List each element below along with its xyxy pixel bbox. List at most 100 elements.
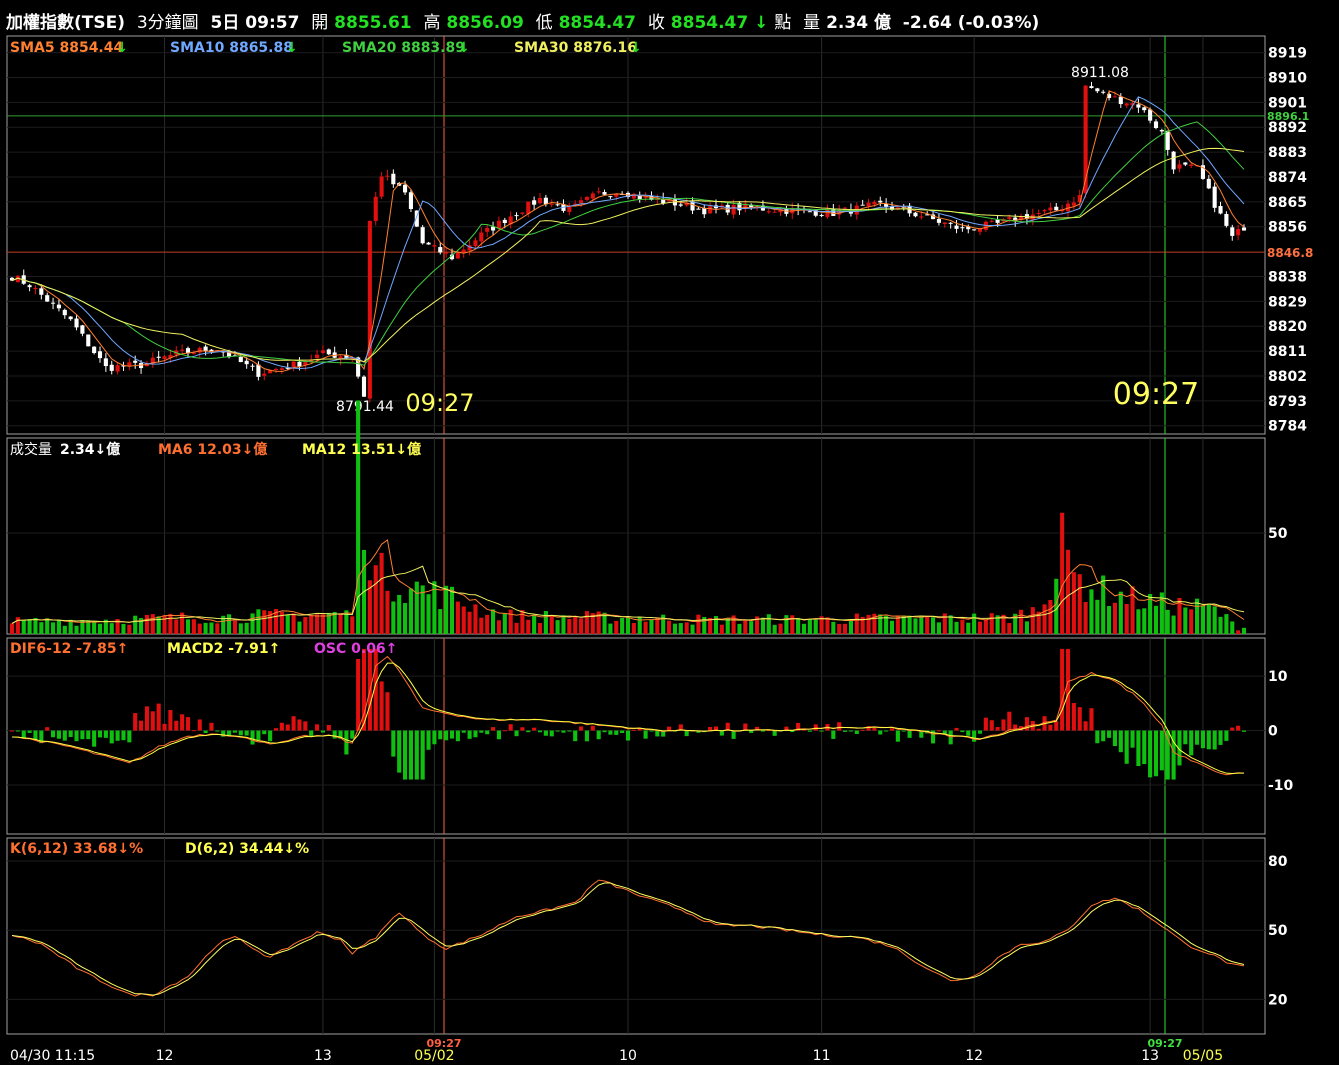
candle-body <box>708 206 713 214</box>
candle-body <box>45 295 50 302</box>
volume-bar <box>573 616 578 634</box>
osc-bar <box>68 730 73 738</box>
osc-bar <box>749 730 754 733</box>
osc-bar <box>74 730 79 742</box>
volume-bar <box>1200 605 1205 634</box>
volume-bar <box>661 614 666 634</box>
volume-bar <box>555 620 560 634</box>
osc-bar <box>1060 648 1065 731</box>
candle-body <box>819 215 824 217</box>
osc-bar <box>602 730 607 733</box>
osc-bar <box>391 730 396 757</box>
volume-bar <box>350 616 355 634</box>
volume-bar <box>895 616 900 634</box>
candle-body <box>379 176 384 197</box>
osc-bar <box>244 730 249 736</box>
osc-bar <box>1189 730 1194 756</box>
osc-bar <box>567 730 572 732</box>
volume-bar <box>1218 616 1223 634</box>
volume-bar <box>1124 604 1129 634</box>
candle-body <box>1189 164 1194 166</box>
legend-k: K(6,12) 33.68↓% <box>10 841 143 857</box>
candle-body <box>807 211 812 213</box>
panel-frame-1 <box>6 35 1266 435</box>
osc-bar <box>1171 730 1176 780</box>
y-tick-label: 8874 <box>1268 170 1307 186</box>
candle-body <box>549 203 554 205</box>
legend-sma5: SMA5 8854.44 <box>10 40 123 56</box>
candle-body <box>103 358 108 367</box>
volume-bar <box>907 615 912 634</box>
candle-body <box>97 351 103 359</box>
volume-bar <box>1030 607 1035 634</box>
x-tick-label: 12 <box>156 1048 174 1064</box>
volume-bar <box>749 621 754 634</box>
osc-bar <box>537 730 543 733</box>
y-tick-label: 8793 <box>1268 394 1307 410</box>
volume-bar <box>520 610 525 634</box>
osc-bar <box>279 722 284 731</box>
osc-bar <box>144 706 149 731</box>
candle-body <box>238 356 243 363</box>
candle-body <box>250 365 255 367</box>
candle-body <box>579 200 584 204</box>
osc-bar <box>667 726 672 731</box>
volume-bar <box>1153 605 1159 634</box>
candle-body <box>1007 217 1012 220</box>
osc-bar <box>520 727 525 731</box>
candle-body <box>438 247 443 253</box>
volume-bar <box>1071 572 1076 634</box>
osc-bar <box>1218 730 1223 745</box>
candle-body <box>33 287 38 289</box>
osc-bar <box>438 730 443 740</box>
volume-bar <box>502 613 507 634</box>
volume-bar <box>1048 599 1053 634</box>
osc-bar <box>426 730 431 750</box>
volume-bar <box>1083 602 1088 634</box>
osc-bar <box>209 722 214 731</box>
volume-bar <box>667 620 672 634</box>
volume-bar <box>1077 574 1082 634</box>
osc-bar <box>772 730 777 736</box>
volume-bar <box>21 619 26 634</box>
candle-body <box>526 201 531 214</box>
osc-bar <box>385 692 390 731</box>
y-tick-label: 50 <box>1268 526 1288 542</box>
osc-bar <box>180 714 185 731</box>
candle-body <box>426 242 431 245</box>
osc-bar <box>1065 648 1071 731</box>
osc-bar <box>56 730 61 739</box>
candle-body <box>1177 164 1182 169</box>
osc-bar <box>467 730 472 739</box>
volume-bar <box>843 623 848 634</box>
volume-bar <box>379 552 384 634</box>
osc-bar <box>848 730 853 732</box>
candle-body <box>602 192 607 195</box>
volume-bar <box>1065 549 1071 634</box>
volume-bar <box>45 618 50 634</box>
chart-canvas[interactable]: 04/30 11:15 12 13 05/02 10 11 12 13 05/0509:27 09… <box>0 0 1339 1065</box>
y-tick-label: 8919 <box>1268 46 1307 62</box>
candle-body <box>56 304 61 309</box>
osc-bar <box>285 724 290 731</box>
osc-bar <box>960 730 965 733</box>
osc-bar <box>555 730 560 732</box>
volume-bar <box>39 622 44 634</box>
volume-bar <box>449 586 455 634</box>
candle-body <box>74 318 79 328</box>
candle-body <box>843 207 848 209</box>
osc-bar <box>315 724 320 731</box>
osc-bar <box>350 730 355 739</box>
osc-bar <box>403 730 408 780</box>
osc-bar <box>309 730 314 737</box>
volume-bar <box>854 613 859 634</box>
volume-bar <box>1060 512 1065 634</box>
candle-body <box>408 192 413 210</box>
x-tick-label: 10 <box>619 1048 637 1064</box>
volume-bar <box>1019 609 1024 634</box>
osc-bar <box>326 724 331 731</box>
low-price-label: 8791.44 <box>336 399 394 415</box>
volume-bar <box>209 622 214 634</box>
candle-body <box>326 349 331 355</box>
legend-volume: 成交量 <box>10 441 52 458</box>
